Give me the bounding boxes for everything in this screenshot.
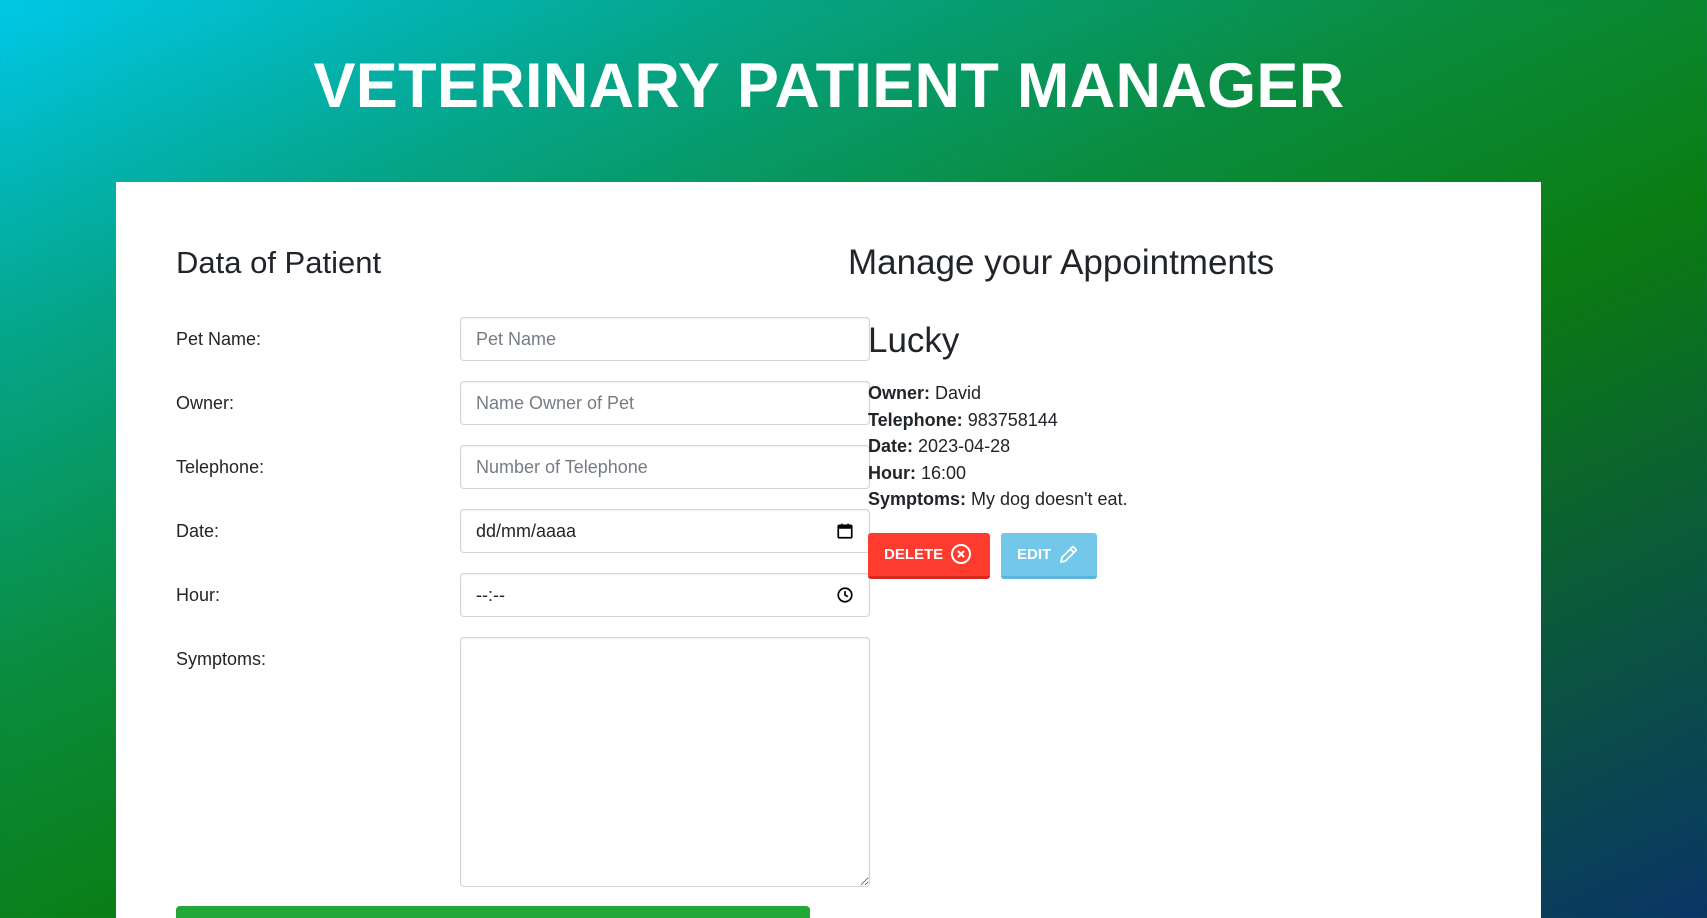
pet-name-input[interactable]: Pet Name <box>460 317 870 361</box>
appointment-date-value: 2023-04-28 <box>918 436 1011 456</box>
owner-placeholder: Name Owner of Pet <box>476 392 635 413</box>
form-row-date: Date: dd/mm/aaaa <box>176 509 870 553</box>
appointment-telephone-line: Telephone: 983758144 <box>868 407 1468 434</box>
appointment-owner-line: Owner: David <box>868 380 1468 407</box>
appointment-date-label: Date: <box>868 436 914 456</box>
date-input[interactable]: dd/mm/aaaa <box>460 509 870 553</box>
form-row-hour: Hour: --:-- <box>176 573 870 617</box>
edit-button-label: EDIT <box>1017 545 1052 563</box>
telephone-label: Telephone: <box>176 457 265 477</box>
appointment-hour-label: Hour: <box>868 462 916 483</box>
form-row-symptoms: Symptoms: <box>176 637 870 887</box>
delete-button[interactable]: DELETE <box>868 532 990 579</box>
form-heading: Data of Patient <box>176 245 382 280</box>
hour-label: Hour: <box>176 585 221 605</box>
date-label: Date: <box>176 521 220 541</box>
appointment-card: Lucky Owner: David Telephone: 983758144 … <box>868 320 1468 579</box>
appointment-date-line: Date: 2023-04-28 <box>868 433 1468 460</box>
appointment-details: Owner: David Telephone: 983758144 Date: … <box>868 380 1468 513</box>
form-row-telephone: Telephone: Number of Telephone <box>176 445 870 489</box>
appointment-symptoms-line: Symptoms: My dog doesn't eat. <box>868 486 1468 513</box>
pet-name-label: Pet Name: <box>176 329 262 349</box>
pet-name-placeholder: Pet Name <box>476 328 557 349</box>
close-circle-icon <box>951 544 972 564</box>
appointment-symptoms-value: My dog doesn't eat. <box>971 489 1128 509</box>
calendar-icon[interactable] <box>836 522 854 540</box>
hour-input[interactable]: --:-- <box>460 573 870 617</box>
app-title: VETERINARY PATIENT MANAGER <box>313 51 1345 121</box>
appointment-telephone-label: Telephone: <box>868 409 963 430</box>
hour-value: --:-- <box>476 584 505 605</box>
appointment-owner-label: Owner: <box>868 383 931 403</box>
appointment-symptoms-label: Symptoms: <box>868 489 967 509</box>
clock-icon[interactable] <box>836 586 854 604</box>
delete-button-label: DELETE <box>884 545 944 563</box>
symptoms-textarea[interactable] <box>460 637 870 887</box>
appointment-actions: DELETE EDIT <box>868 532 1468 579</box>
form-row-owner: Owner: Name Owner of Pet <box>176 381 870 425</box>
appointment-hour-line: Hour: 16:00 <box>868 460 1468 487</box>
appointment-telephone-value: 983758144 <box>967 409 1058 430</box>
owner-input[interactable]: Name Owner of Pet <box>460 381 870 425</box>
appointment-hour-value: 16:00 <box>921 462 967 483</box>
appointment-pet-name: Lucky <box>868 321 960 360</box>
symptoms-label: Symptoms: <box>176 649 267 669</box>
main-panel: Data of Patient Pet Name: Pet Name Owner… <box>116 182 1541 918</box>
edit-button[interactable]: EDIT <box>1001 532 1097 579</box>
date-value: dd/mm/aaaa <box>476 520 577 541</box>
appointment-owner-value: David <box>935 383 982 403</box>
pencil-icon <box>1060 545 1078 563</box>
telephone-placeholder: Number of Telephone <box>476 456 648 477</box>
submit-button[interactable] <box>176 906 810 918</box>
telephone-input[interactable]: Number of Telephone <box>460 445 870 489</box>
owner-label: Owner: <box>176 393 235 413</box>
appointments-heading: Manage your Appointments <box>848 243 1275 282</box>
form-row-pet-name: Pet Name: Pet Name <box>176 317 870 361</box>
